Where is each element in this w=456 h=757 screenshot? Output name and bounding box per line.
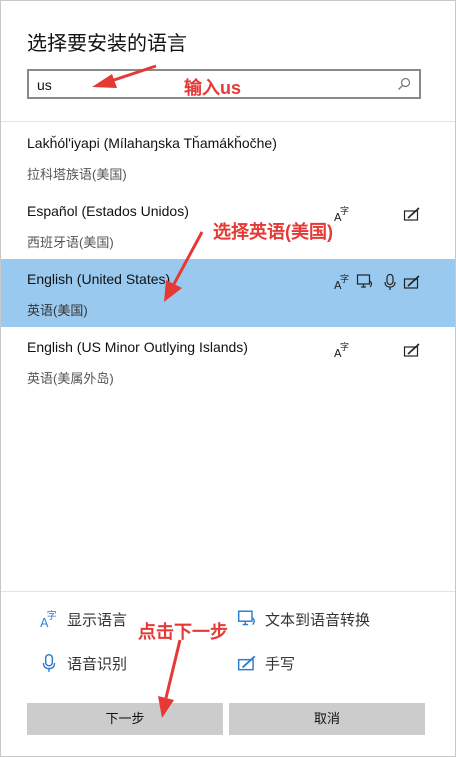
annotation-select-english: 选择英语(美国) [213, 222, 333, 242]
display-language-icon: A 字 [40, 609, 57, 629]
display-language-icon: A 字 [334, 341, 349, 359]
language-native-name: 英语(美属外岛) [27, 371, 114, 386]
list-top-divider [1, 121, 455, 122]
language-native-name: 英语(美国) [27, 303, 88, 318]
language-native-name: 西班牙语(美国) [27, 235, 114, 250]
display-language-icon: A 字 [334, 205, 349, 223]
text-to-speech-icon [237, 610, 255, 626]
language-name: English (United States) [27, 271, 171, 287]
speech-recognition-icon [42, 653, 56, 672]
text-to-speech-icon [356, 274, 373, 288]
language-native-name: 拉科塔族语(美国) [27, 167, 127, 182]
annotation-type-us: 输入us [184, 78, 242, 98]
display-language-icon: A 字 [334, 273, 349, 291]
svg-text:字: 字 [47, 609, 57, 622]
legend-label: 手写 [265, 656, 296, 673]
language-item-lakota[interactable]: Lakȟól'iyapi (Mílahaŋska Tȟamákȟočhe) 拉科… [1, 123, 455, 191]
dialog-title: 选择要安装的语言 [27, 33, 187, 55]
legend-divider [1, 591, 455, 592]
handwriting-icon [403, 207, 420, 221]
language-picker-dialog: 选择要安装的语言 Lakȟól'iyapi (Mílahaŋska Tȟamák… [0, 0, 456, 757]
language-name: English (US Minor Outlying Islands) [27, 339, 248, 355]
svg-text:字: 字 [340, 205, 349, 217]
legend-label: 文本到语音转换 [265, 612, 371, 629]
next-button[interactable]: 下一步 [27, 703, 223, 735]
language-list: Lakȟól'iyapi (Mílahaŋska Tȟamákȟočhe) 拉科… [1, 123, 455, 395]
language-name: Lakȟól'iyapi (Mílahaŋska Tȟamákȟočhe) [27, 135, 277, 151]
annotation-click-next: 点击下一步 [138, 622, 228, 642]
speech-recognition-icon [384, 273, 396, 290]
handwriting-icon [237, 655, 256, 671]
legend-label: 语音识别 [67, 656, 128, 673]
svg-text:字: 字 [340, 273, 349, 285]
language-item-english-um[interactable]: English (US Minor Outlying Islands) 英语(美… [1, 327, 455, 395]
handwriting-icon [403, 343, 420, 357]
language-name: Español (Estados Unidos) [27, 203, 189, 219]
svg-text:字: 字 [340, 341, 349, 353]
handwriting-icon [403, 275, 420, 289]
legend-label: 显示语言 [67, 612, 128, 629]
cancel-button[interactable]: 取消 [229, 703, 425, 735]
search-icon[interactable] [397, 77, 411, 91]
language-item-english-us[interactable]: English (United States) 英语(美国) A 字 [1, 259, 455, 327]
